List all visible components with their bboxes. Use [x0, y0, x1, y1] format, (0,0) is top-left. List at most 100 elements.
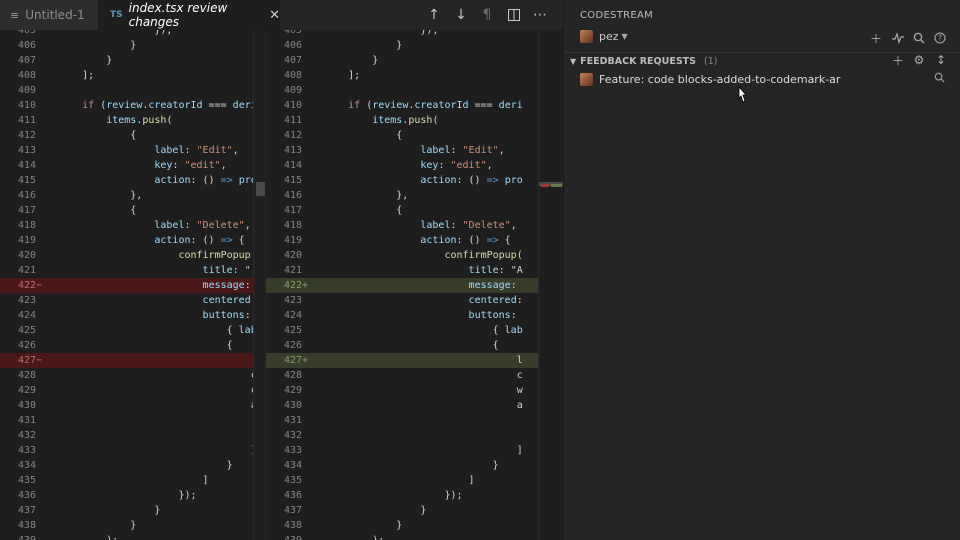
- arrow-down-icon[interactable]: ↓: [452, 6, 470, 24]
- code-line[interactable]: 425 { lab: [266, 323, 538, 338]
- code-line[interactable]: 423 centered:: [266, 293, 538, 308]
- code-line[interactable]: 436 });: [266, 488, 538, 503]
- split-icon[interactable]: [505, 6, 523, 24]
- code-line[interactable]: 421 title: ": [0, 263, 266, 278]
- code-line[interactable]: 412 {: [0, 128, 266, 143]
- code-line[interactable]: 420 confirmPopup(: [266, 248, 538, 263]
- line-number: 416: [17, 190, 36, 201]
- code-line[interactable]: 418 label: "Delete",: [266, 218, 538, 233]
- gear-icon[interactable]: ⚙: [912, 53, 926, 67]
- code-line[interactable]: 433 ]: [0, 443, 266, 458]
- code-line[interactable]: 429 w: [266, 383, 538, 398]
- code-line[interactable]: 415 action: () => pro: [0, 173, 266, 188]
- code-line[interactable]: 416 },: [266, 188, 538, 203]
- code-line[interactable]: 421 title: "A: [266, 263, 538, 278]
- code-line[interactable]: 434 }: [0, 458, 266, 473]
- diff-marker: −: [36, 280, 43, 291]
- code-line[interactable]: 439 );: [0, 533, 266, 540]
- diff-overview-ruler[interactable]: [538, 30, 563, 540]
- diff-original-pane[interactable]: 405 }); 406 } 407 } 408 ]; 409 410 if (review…: [0, 30, 266, 540]
- code-line[interactable]: 437 }: [0, 503, 266, 518]
- code-line[interactable]: 438 }: [0, 518, 266, 533]
- code-line[interactable]: 410 if (review.creatorId === deri: [0, 98, 266, 113]
- code-line[interactable]: 409: [0, 83, 266, 98]
- plus-icon[interactable]: ＋: [891, 53, 905, 68]
- code-line[interactable]: 405 });: [0, 30, 266, 38]
- code-line[interactable]: 417 {: [0, 203, 266, 218]
- code-line[interactable]: 408 ];: [266, 68, 538, 83]
- code-line[interactable]: 417 {: [266, 203, 538, 218]
- diff-modified-pane[interactable]: 405 }); 406 } 407 } 408 ]; 409 410 if (review…: [266, 30, 538, 540]
- plus-icon[interactable]: ＋: [869, 31, 883, 46]
- deleted-line[interactable]: 422− message:: [0, 278, 266, 293]
- code-line[interactable]: 437 }: [266, 503, 538, 518]
- code-line[interactable]: 410 if (review.creatorId === deri: [266, 98, 538, 113]
- code-line[interactable]: 407 }: [0, 53, 266, 68]
- code-line[interactable]: 435 ]: [0, 473, 266, 488]
- code-line[interactable]: 413 label: "Edit",: [266, 143, 538, 158]
- code-line[interactable]: 431: [0, 413, 266, 428]
- code-line[interactable]: 414 key: "edit",: [0, 158, 266, 173]
- code-line[interactable]: 420 confirmPopup: [0, 248, 266, 263]
- code-line[interactable]: 411 items.push(: [0, 113, 266, 128]
- added-line[interactable]: 422+ message:: [266, 278, 538, 293]
- left-scrollbar[interactable]: [253, 30, 267, 540]
- code-line[interactable]: 435 ]: [266, 473, 538, 488]
- deleted-line[interactable]: 427−: [0, 353, 266, 368]
- code-line[interactable]: 416 },: [0, 188, 266, 203]
- search-icon[interactable]: [934, 72, 945, 86]
- code-line[interactable]: 439 );: [266, 533, 538, 540]
- code-line[interactable]: 423 centered: [0, 293, 266, 308]
- code-text: }: [46, 505, 161, 516]
- code-line[interactable]: 407 }: [266, 53, 538, 68]
- activity-icon[interactable]: [891, 31, 905, 45]
- code-line[interactable]: 430 a: [266, 398, 538, 413]
- scrollbar-thumb[interactable]: [256, 182, 265, 196]
- close-icon[interactable]: ✕: [269, 8, 280, 23]
- code-line[interactable]: 419 action: () => {: [0, 233, 266, 248]
- code-line[interactable]: 426 {: [266, 338, 538, 353]
- tab-untitled-1[interactable]: ≡ Untitled-1: [0, 0, 98, 30]
- code-line[interactable]: 418 label: "Delete",: [0, 218, 266, 233]
- code-line[interactable]: 432: [0, 428, 266, 443]
- code-line[interactable]: 434 }: [266, 458, 538, 473]
- arrow-up-icon[interactable]: ↑: [425, 6, 443, 24]
- code-line[interactable]: 415 action: () => pro: [266, 173, 538, 188]
- code-line[interactable]: 406 }: [0, 38, 266, 53]
- overview-deletion-marker: [541, 184, 549, 187]
- vertical-resize-icon[interactable]: ↕: [934, 53, 948, 67]
- user-menu[interactable]: pez ▼: [580, 30, 628, 43]
- code-line[interactable]: 429 c: [0, 383, 266, 398]
- more-icon[interactable]: ⋯: [531, 6, 549, 24]
- code-line[interactable]: 406 }: [266, 38, 538, 53]
- code-line[interactable]: 428 c: [266, 368, 538, 383]
- added-line[interactable]: 427+ l: [266, 353, 538, 368]
- code-line[interactable]: 424 buttons:: [0, 308, 266, 323]
- code-line[interactable]: 431: [266, 413, 538, 428]
- code-line[interactable]: 414 key: "edit",: [266, 158, 538, 173]
- code-line[interactable]: 424 buttons:: [266, 308, 538, 323]
- code-line[interactable]: 405 });: [266, 30, 538, 38]
- code-line[interactable]: 428 c: [0, 368, 266, 383]
- code-text: action: () => pro: [154, 175, 257, 186]
- code-line[interactable]: 432: [266, 428, 538, 443]
- code-line[interactable]: 413 label: "Edit",: [0, 143, 266, 158]
- help-icon[interactable]: ?: [933, 31, 947, 45]
- code-line[interactable]: 409: [266, 83, 538, 98]
- code-line[interactable]: 426 {: [0, 338, 266, 353]
- search-icon[interactable]: [912, 31, 926, 45]
- code-line[interactable]: 436 });: [0, 488, 266, 503]
- code-line[interactable]: 411 items.push(: [266, 113, 538, 128]
- line-number: 407: [17, 55, 36, 66]
- code-line[interactable]: 430 a: [0, 398, 266, 413]
- code-line[interactable]: 433 ]: [266, 443, 538, 458]
- tab-index-review-changes[interactable]: TS index.tsx review changes ✕: [98, 0, 280, 30]
- code-line[interactable]: 408 ];: [0, 68, 266, 83]
- feedback-request-item[interactable]: Feature: code blocks-added-to-codemark-a…: [564, 70, 960, 88]
- code-line[interactable]: 412 {: [266, 128, 538, 143]
- code-line[interactable]: 438 }: [266, 518, 538, 533]
- feedback-request-title: Feature: code blocks-added-to-codemark-a…: [599, 72, 841, 86]
- pilcrow-icon[interactable]: ¶: [478, 6, 496, 24]
- code-line[interactable]: 419 action: () => {: [266, 233, 538, 248]
- code-line[interactable]: 425 { lab: [0, 323, 266, 338]
